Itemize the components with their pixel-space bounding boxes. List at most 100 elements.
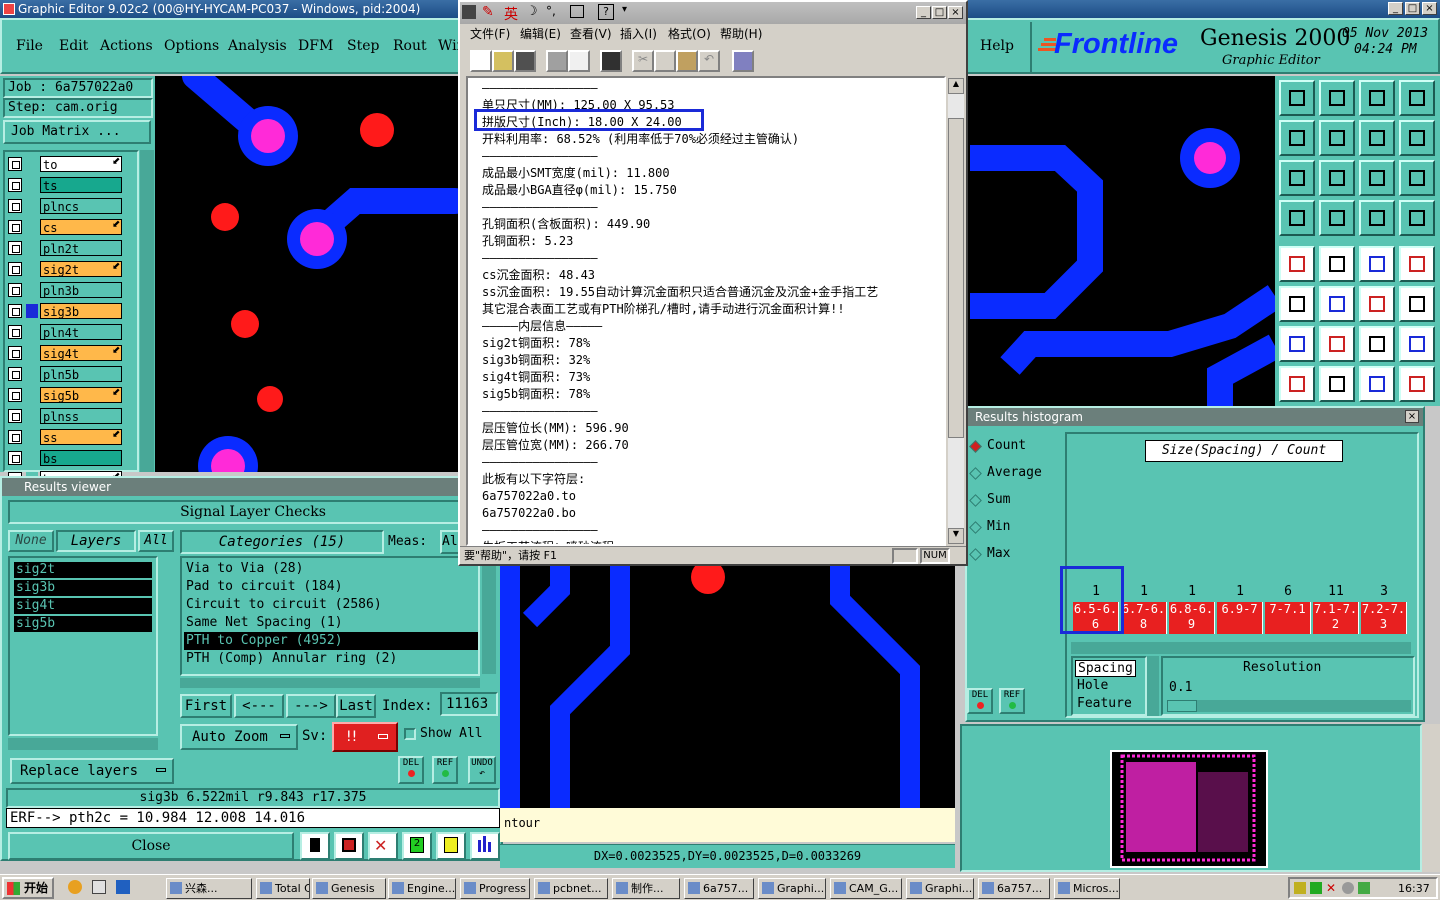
menu-file[interactable]: File xyxy=(16,38,43,54)
layer-row-bs[interactable]: bs xyxy=(8,450,123,466)
histogram-ref-button[interactable]: REF xyxy=(999,688,1025,714)
ime-keyboard-icon[interactable] xyxy=(570,5,584,18)
menu-analysis[interactable]: Analysis xyxy=(228,38,287,54)
mode-radio-average[interactable] xyxy=(969,467,982,480)
show-all-checkbox[interactable] xyxy=(404,728,416,740)
ime-lang[interactable]: 英 xyxy=(504,4,518,24)
connect-icon[interactable] xyxy=(1279,286,1315,322)
overview-scrollbar[interactable] xyxy=(1422,724,1440,872)
layer-row-sig3b[interactable]: sig3b xyxy=(8,303,123,319)
menu-help[interactable]: Help xyxy=(980,38,1014,54)
layer-scrollbar[interactable] xyxy=(140,150,154,472)
histogram-close-icon[interactable]: × xyxy=(1405,410,1419,423)
copy-icon[interactable] xyxy=(654,50,676,72)
resolution-slider[interactable] xyxy=(1167,700,1411,712)
angle-icon[interactable] xyxy=(1279,326,1315,362)
menu-actions[interactable]: Actions xyxy=(100,38,153,54)
center-icon[interactable] xyxy=(1319,160,1355,196)
mode-radio-max[interactable] xyxy=(969,548,982,561)
layer-row-ss[interactable]: ss ⬋ xyxy=(8,429,123,445)
category-item[interactable]: Pad to circuit (184) xyxy=(184,578,478,596)
ref-button[interactable]: REF xyxy=(432,756,458,784)
layer-row-to[interactable]: to ⬋ xyxy=(8,156,123,172)
quicklaunch-clock-icon[interactable] xyxy=(68,880,82,894)
hook-icon[interactable] xyxy=(1359,326,1395,362)
close-button[interactable]: Close xyxy=(8,832,294,860)
category-item[interactable]: Via to Via (28) xyxy=(184,560,478,578)
layer-row-plnss[interactable]: plnss xyxy=(8,408,123,424)
open-folder-icon[interactable] xyxy=(492,50,514,72)
histogram-bin[interactable]: 6.7-6.8 xyxy=(1121,602,1167,634)
layers-button[interactable]: Layers xyxy=(56,530,136,552)
layer-name[interactable]: plncs xyxy=(40,198,122,214)
layer-checkbox[interactable] xyxy=(8,178,22,192)
histogram-icon[interactable] xyxy=(470,832,500,860)
quicklaunch-ie-icon[interactable] xyxy=(116,880,130,894)
none-button[interactable]: None xyxy=(8,530,54,552)
layer-row-plncs[interactable]: plncs xyxy=(8,198,123,214)
taskbar-item[interactable]: 兴森... xyxy=(166,878,252,899)
ime-icon[interactable]: ✎ xyxy=(482,4,494,20)
number-icon[interactable]: 2 xyxy=(402,832,432,860)
prev-button[interactable]: <--- xyxy=(234,694,284,718)
print-preview-icon[interactable] xyxy=(568,50,590,72)
auto-zoom-select[interactable]: Auto Zoom xyxy=(180,724,298,750)
report-close-button[interactable]: × xyxy=(948,6,963,19)
taskbar-item[interactable]: Graphi... xyxy=(758,878,826,899)
arrow-icon[interactable] xyxy=(1399,286,1435,322)
ime-punct-icon[interactable]: °, xyxy=(546,4,556,18)
result-layer-item[interactable]: sig4t xyxy=(14,598,152,614)
layer-name[interactable]: pln3b xyxy=(40,282,122,298)
type-list-scroll[interactable] xyxy=(1147,656,1159,716)
taskbar-item[interactable]: Progress xyxy=(460,878,530,899)
histogram-del-button[interactable]: DEL xyxy=(967,688,993,714)
layer-row-sig5b[interactable]: sig5b ⬋ xyxy=(8,387,123,403)
layer-name[interactable]: sig3b xyxy=(40,303,122,319)
minus-icon[interactable] xyxy=(1319,366,1355,402)
mirror-icon[interactable] xyxy=(1359,120,1395,156)
taskbar-item[interactable]: CAM_G... xyxy=(830,878,902,899)
layer-name[interactable]: ts xyxy=(40,177,122,193)
layer-name[interactable]: ss xyxy=(40,429,122,445)
taskbar-item[interactable]: 6a757... xyxy=(684,878,754,899)
layer-name[interactable]: plnss xyxy=(40,408,122,424)
mode-radio-min[interactable] xyxy=(969,521,982,534)
minimize-button[interactable]: _ xyxy=(1388,2,1403,15)
type-item-spacing[interactable]: Spacing xyxy=(1075,660,1136,677)
first-button[interactable]: First xyxy=(180,694,232,718)
type-item-feature[interactable]: Feature xyxy=(1075,696,1134,711)
layer-name[interactable]: sig2t xyxy=(40,261,122,277)
last-button[interactable]: Last xyxy=(336,694,376,718)
histogram-bin[interactable]: 6.9-7 xyxy=(1217,602,1263,634)
ime-menu-icon[interactable]: ▾ xyxy=(622,4,627,15)
report-text-area[interactable]: ———————————————— 单只尺寸(MM): 125.00 X 95.53… xyxy=(466,76,946,546)
layer-name[interactable]: sig4t xyxy=(40,345,122,361)
next-button[interactable]: ---> xyxy=(286,694,336,718)
category-item[interactable]: PTH (Comp) Annular ring (2) xyxy=(184,650,478,668)
histogram-bin[interactable]: 6.8-6.9 xyxy=(1169,602,1215,634)
paste-icon[interactable] xyxy=(676,50,698,72)
del-button[interactable]: DEL xyxy=(398,756,424,784)
find-icon[interactable] xyxy=(600,50,622,72)
layer-checkbox[interactable] xyxy=(8,304,22,318)
mode-label-count[interactable]: Count xyxy=(987,438,1026,453)
datetime-icon[interactable] xyxy=(732,50,754,72)
circle-feature-icon[interactable] xyxy=(1399,246,1435,282)
layer-name[interactable]: bs xyxy=(40,450,122,466)
layer-checkbox[interactable] xyxy=(8,241,22,255)
taskbar-item[interactable]: Engine... xyxy=(388,878,456,899)
home-icon[interactable] xyxy=(1359,80,1395,116)
undo-button[interactable]: UNDO ↶ xyxy=(468,756,496,784)
report-menu-insert[interactable]: 插入(I) xyxy=(620,24,657,44)
tray-x-icon[interactable]: ✕ xyxy=(1326,881,1336,895)
move-left-icon[interactable] xyxy=(1279,120,1315,156)
report-menu-file[interactable]: 文件(F) xyxy=(470,24,510,44)
undo-edit-icon[interactable]: ↶ xyxy=(698,50,720,72)
ime-help-icon[interactable]: ? xyxy=(598,4,614,20)
layer-checkbox[interactable] xyxy=(8,199,22,213)
taskbar-item[interactable]: Micros... xyxy=(1054,878,1120,899)
layer-name[interactable]: pln5b xyxy=(40,366,122,382)
quicklaunch-desktop-icon[interactable] xyxy=(92,880,106,894)
mode-label-max[interactable]: Max xyxy=(987,546,1010,561)
layer-checkbox[interactable] xyxy=(8,220,22,234)
